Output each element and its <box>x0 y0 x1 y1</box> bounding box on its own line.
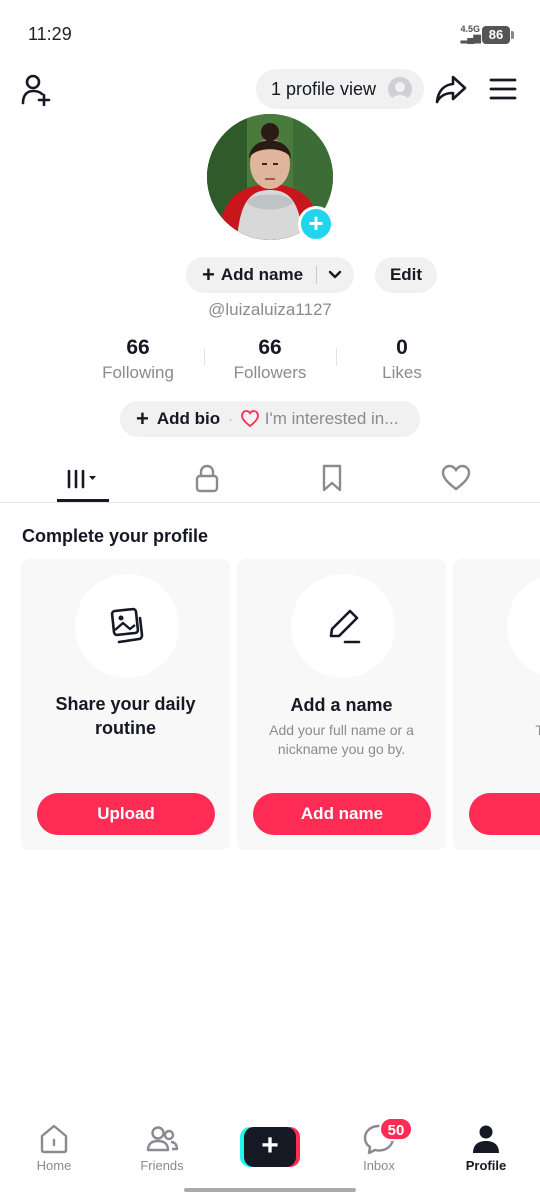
add-name-card-button[interactable]: Add name <box>253 793 431 835</box>
avatar-add-button[interactable]: + <box>298 206 334 242</box>
active-tab-indicator <box>57 499 109 502</box>
separator-dot: · <box>228 411 233 427</box>
create-button[interactable]: + <box>240 1127 300 1167</box>
profile-icon <box>473 1125 499 1153</box>
stat-value: 66 <box>126 336 150 359</box>
tab-private[interactable] <box>177 455 237 501</box>
tab-saved[interactable] <box>302 455 362 501</box>
nav-label: Profile <box>465 1158 507 1173</box>
plus-icon: + <box>202 262 215 287</box>
stat-label: Followers <box>233 363 307 382</box>
profile-tabs <box>0 455 540 503</box>
grid-icon <box>67 469 96 489</box>
nav-profile[interactable]: Profile <box>446 1114 526 1174</box>
add-bio-label: Add bio <box>156 409 221 428</box>
profile-views-text: 1 profile view <box>271 78 377 99</box>
stat-value: 0 <box>396 336 408 359</box>
network-indicator: 4.5G ▂▄▆ <box>460 24 481 44</box>
nav-friends[interactable]: Friends <box>122 1114 202 1174</box>
tab-videos[interactable] <box>53 455 113 501</box>
username: @luizaluiza1127 <box>208 300 332 319</box>
divider <box>204 348 205 366</box>
card-button[interactable]: A <box>469 793 540 835</box>
status-time: 11:29 <box>28 24 72 44</box>
pencil-icon <box>329 609 361 644</box>
stat-label: Likes <box>382 363 422 382</box>
home-indicator[interactable] <box>184 1188 356 1192</box>
card-add-name: Add a name Add your full name or a nickn… <box>237 559 446 850</box>
nav-home[interactable]: Home <box>14 1114 94 1174</box>
profile-stats: 66 Following 66 Followers 0 Likes <box>0 336 540 386</box>
interests-label: I'm interested in... <box>264 409 399 428</box>
nav-label: Friends <box>140 1158 184 1173</box>
complete-profile-cards: Share your daily routine Upload Add a na… <box>0 559 540 851</box>
menu-icon[interactable] <box>488 74 518 104</box>
card-title: Add a name <box>290 695 393 715</box>
plus-icon: + <box>244 1127 296 1167</box>
profile-views-button[interactable]: 1 profile view <box>256 69 424 109</box>
viewer-avatar <box>388 77 412 101</box>
card-title: Share your daily routine <box>55 694 196 738</box>
home-icon <box>40 1124 68 1154</box>
stat-label: Following <box>102 363 174 382</box>
add-name-button[interactable]: + Add name <box>186 257 354 293</box>
add-friend-icon[interactable] <box>20 72 54 106</box>
battery-indicator: 86 <box>482 26 514 44</box>
likes-stat[interactable]: 0 Likes <box>342 336 462 383</box>
card-icon-circle <box>507 574 540 678</box>
nav-label: Inbox <box>363 1158 395 1173</box>
card-icon-circle <box>75 574 179 678</box>
bottom-nav: Home Friends + Inbox Profile <box>0 1114 540 1180</box>
edit-profile-button[interactable]: Edit <box>375 257 437 293</box>
card-icon-circle <box>291 574 395 678</box>
heart-icon <box>240 410 259 428</box>
following-stat[interactable]: 66 Following <box>78 336 198 383</box>
heart-icon <box>441 464 471 491</box>
inbox-badge: 50 <box>379 1117 413 1141</box>
lock-icon <box>195 464 219 493</box>
upload-button[interactable]: Upload <box>37 793 215 835</box>
add-bio-button[interactable]: + Add bio · I'm interested in... <box>120 401 420 437</box>
card-share-routine: Share your daily routine Upload <box>21 559 230 850</box>
card-title: Ad <box>463 693 540 717</box>
friends-icon <box>146 1126 179 1152</box>
divider <box>336 348 337 366</box>
share-icon[interactable] <box>434 72 468 106</box>
bookmark-icon <box>322 464 342 492</box>
card-description: Add your full name or a nickname you go … <box>269 722 414 757</box>
signal-icon: ▂▄▆ <box>460 33 481 44</box>
nav-label: Home <box>36 1158 72 1173</box>
name-row: + Add name Edit <box>0 257 540 295</box>
complete-profile-title: Complete your profile <box>22 526 209 546</box>
top-bar: 1 profile view <box>0 64 540 114</box>
divider <box>316 266 317 284</box>
add-name-label: Add name <box>220 265 304 284</box>
card-add-bio-partial: Ad Tell the y A <box>453 559 540 850</box>
photo-icon <box>110 607 144 644</box>
tab-liked[interactable] <box>426 455 486 501</box>
plus-icon: + <box>136 406 149 431</box>
card-description: Tell the y <box>535 722 540 738</box>
chevron-down-icon[interactable] <box>326 266 344 284</box>
status-bar: 11:29 4.5G ▂▄▆ 86 <box>0 0 540 64</box>
stat-value: 66 <box>258 336 282 359</box>
followers-stat[interactable]: 66 Followers <box>210 336 330 383</box>
